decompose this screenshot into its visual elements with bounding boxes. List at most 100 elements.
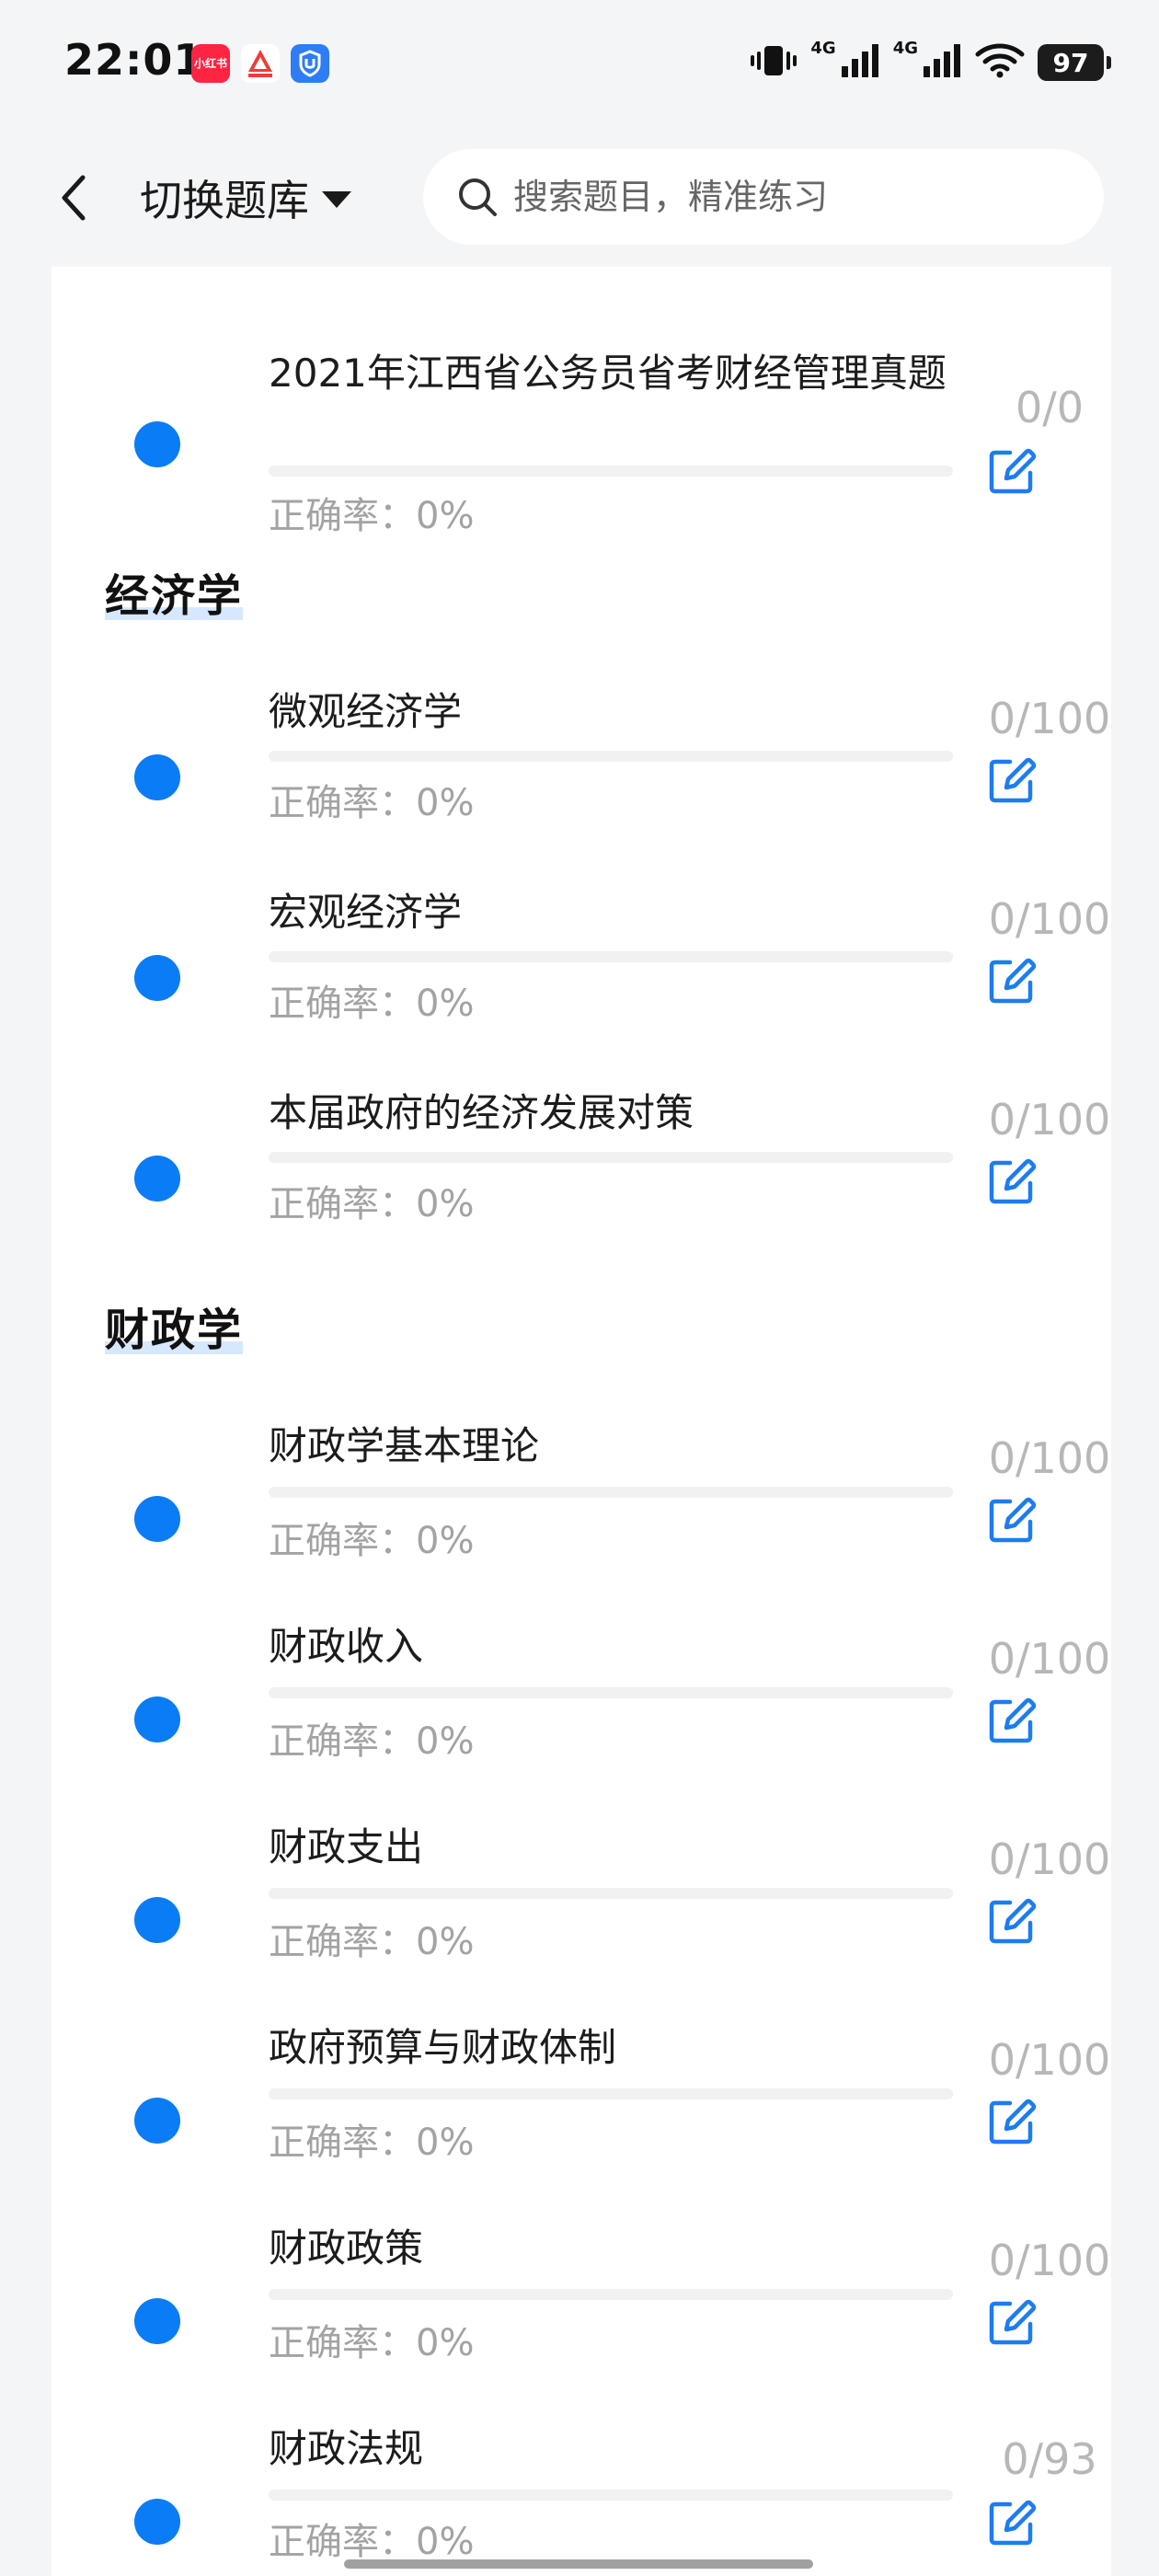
question-count: 0/100 (988, 2035, 1111, 2085)
edit-practice-button[interactable] (982, 2493, 1041, 2552)
shield-app-icon (291, 44, 329, 83)
edit-practice-button[interactable] (982, 1892, 1041, 1950)
item-title: 宏观经济学 (269, 890, 463, 935)
status-dot (134, 2098, 180, 2144)
edit-practice-button[interactable] (982, 2092, 1041, 2151)
chevron-left-icon (62, 175, 86, 221)
list-item[interactable]: 财政政策 正确率：0% 0/100 (52, 2201, 1111, 2399)
status-dot (134, 421, 180, 467)
status-time: 22:01 (64, 35, 204, 85)
edit-icon (989, 1497, 1037, 1543)
list-item[interactable]: 财政法规 正确率：0% 0/93 (52, 2401, 1111, 2576)
progress-bar (269, 1487, 953, 1498)
question-count: 0/100 (988, 694, 1111, 743)
accuracy-text: 正确率：0% (269, 495, 475, 537)
network-type-1: 4G (810, 38, 836, 58)
status-dot (134, 1696, 180, 1742)
status-dot (134, 1156, 180, 1202)
status-bar: 22:01 小红书 4G 4G 97 (0, 0, 1159, 129)
list-item[interactable]: 宏观经济学 正确率：0% 0/100 (52, 863, 1111, 1062)
progress-bar (269, 751, 953, 762)
edit-practice-button[interactable] (982, 951, 1041, 1010)
list-item[interactable]: 2021年江西省公务员省考财经管理真题 正确率：0% 0/0 (52, 304, 1111, 537)
status-indicators: 4G 4G 97 (750, 37, 1111, 88)
back-button[interactable] (46, 166, 101, 230)
edit-icon (989, 2099, 1037, 2145)
progress-bar (269, 466, 953, 477)
question-count: 0/100 (988, 1634, 1111, 1684)
search-icon (456, 175, 500, 219)
edit-icon (989, 1898, 1037, 1944)
list-item[interactable]: 本届政府的经济发展对策 正确率：0% 0/100 (52, 1064, 1111, 1262)
progress-bar (269, 1888, 953, 1899)
edit-practice-button[interactable] (982, 1152, 1041, 1211)
xiaohongshu-app-icon: 小红书 (191, 44, 230, 83)
item-title: 财政政策 (269, 2225, 424, 2271)
switch-question-bank-button[interactable]: 切换题库 (140, 166, 351, 230)
list-item[interactable]: 财政支出 正确率：0% 0/100 (52, 1800, 1111, 1998)
caret-down-icon (322, 191, 351, 208)
section-title-economics: 经济学 (105, 559, 244, 624)
battery-indicator: 97 (1038, 44, 1111, 81)
wifi-icon (975, 42, 1025, 83)
question-count: 0/100 (988, 1433, 1111, 1483)
edit-icon (989, 958, 1037, 1004)
edit-practice-button[interactable] (982, 442, 1041, 500)
status-dot (134, 955, 180, 1001)
accuracy-text: 正确率：0% (269, 983, 475, 1025)
status-dot (134, 2298, 180, 2344)
progress-bar (269, 2289, 953, 2300)
progress-bar (269, 2088, 953, 2099)
status-dot (134, 754, 180, 800)
section-title-public-finance: 财政学 (105, 1294, 244, 1358)
accuracy-text: 正确率：0% (269, 2322, 475, 2364)
section-title-text: 财政学 (105, 1305, 244, 1356)
accuracy-text: 正确率：0% (269, 1921, 475, 1963)
question-count: 0/100 (988, 894, 1111, 944)
edit-practice-button[interactable] (982, 751, 1041, 810)
progress-bar (269, 1152, 953, 1163)
accuracy-text: 正确率：0% (269, 2521, 475, 2563)
accuracy-text: 正确率：0% (269, 1520, 475, 1562)
edit-icon (989, 2500, 1037, 2546)
section-title-text: 经济学 (105, 570, 244, 622)
list-item[interactable]: 财政收入 正确率：0% 0/100 (52, 1599, 1111, 1798)
network-type-2: 4G (892, 38, 918, 58)
signal-icon (922, 42, 962, 83)
xiaohongshu-app-label: 小红书 (193, 57, 227, 70)
item-title: 财政学基本理论 (269, 1423, 540, 1468)
home-indicator[interactable] (344, 2559, 813, 2569)
status-dot (134, 2499, 180, 2545)
question-count: 0/0 (1015, 383, 1084, 432)
progress-bar (269, 1687, 953, 1698)
edit-icon (989, 1158, 1037, 1204)
edit-icon (989, 2299, 1037, 2345)
switch-question-bank-label: 切换题库 (140, 176, 309, 225)
item-title: 本届政府的经济发展对策 (269, 1090, 694, 1135)
list-item[interactable]: 微观经济学 正确率：0% 0/100 (52, 662, 1111, 861)
accuracy-text: 正确率：0% (269, 1720, 475, 1763)
list-item[interactable]: 财政学基本理论 正确率：0% 0/100 (52, 1398, 1111, 1597)
item-title: 财政收入 (269, 1624, 424, 1669)
item-title: 财政支出 (269, 1824, 424, 1869)
question-count: 0/100 (988, 2236, 1111, 2285)
accuracy-text: 正确率：0% (269, 782, 475, 824)
edit-icon (989, 757, 1037, 803)
item-title: 微观经济学 (269, 689, 463, 734)
progress-bar (269, 951, 953, 962)
list-item[interactable]: 政府预算与财政体制 正确率：0% 0/100 (52, 2000, 1111, 2199)
search-box[interactable] (423, 149, 1104, 245)
edit-practice-button[interactable] (982, 2293, 1041, 2352)
ticket-app-icon (241, 44, 280, 83)
edit-practice-button[interactable] (982, 1691, 1041, 1750)
question-count: 0/93 (1002, 2434, 1097, 2484)
status-dot (134, 1496, 180, 1542)
nav-bar: 切换题库 (0, 129, 1159, 267)
edit-icon (989, 1697, 1037, 1743)
accuracy-text: 正确率：0% (269, 1183, 475, 1225)
signal-icon (840, 42, 880, 83)
question-count: 0/100 (988, 1095, 1111, 1144)
item-title: 2021年江西省公务员省考财经管理真题 (269, 351, 947, 396)
search-input[interactable] (511, 176, 1067, 218)
edit-practice-button[interactable] (982, 1490, 1041, 1549)
